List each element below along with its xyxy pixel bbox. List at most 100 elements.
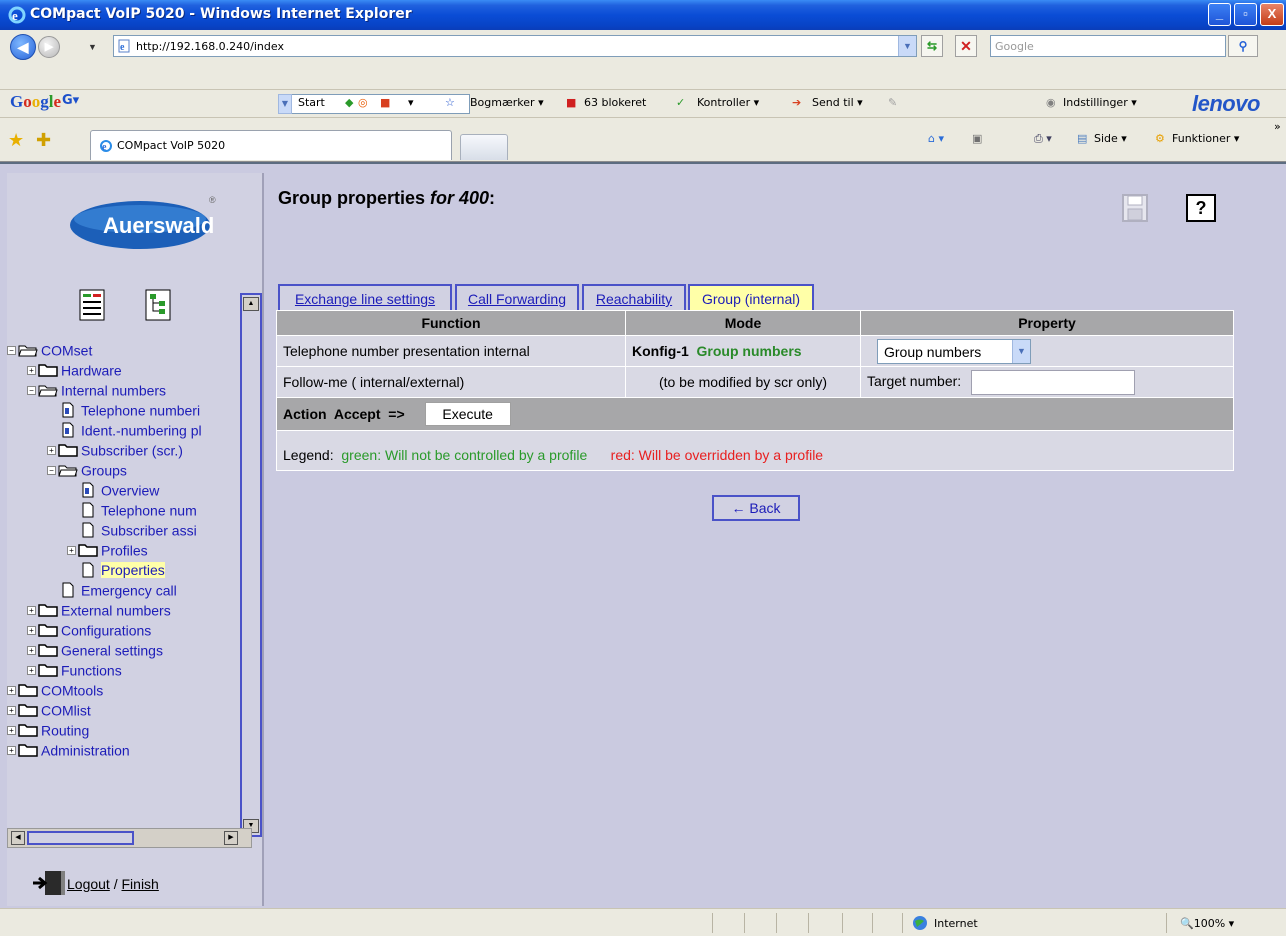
tree-vertical-scrollbar[interactable]: ▲ ▼ — [240, 293, 262, 837]
address-bar[interactable]: e http://192.168.0.240/index ▼ — [113, 35, 917, 57]
expand-icon[interactable]: + — [7, 705, 16, 715]
tree-item-subscriber-assi[interactable]: Subscriber assi — [67, 519, 197, 539]
target-number-input[interactable] — [971, 369, 1136, 395]
history-dropdown-icon[interactable]: ▼ — [88, 42, 97, 52]
google-search-dropdown-icon[interactable]: ▼ — [278, 94, 292, 114]
expand-icon[interactable]: + — [27, 625, 36, 635]
browser-tab-active[interactable]: e COMpact VoIP 5020 — [90, 130, 452, 160]
minimize-button[interactable]: _ — [1208, 3, 1231, 26]
page-menu-button[interactable]: Side ▾ — [1094, 132, 1127, 145]
tree-item-properties[interactable]: Properties — [67, 559, 165, 579]
restore-button[interactable]: ▫ — [1234, 3, 1257, 26]
expand-icon[interactable]: + — [47, 445, 56, 455]
tree-item-internal-numbers[interactable]: − Internal numbers — [27, 379, 166, 399]
tab-call-forwarding[interactable]: Call Forwarding — [455, 284, 579, 312]
scroll-thumb[interactable] — [27, 831, 134, 845]
tree-item-functions[interactable]: + Functions — [27, 659, 122, 679]
save-icon[interactable] — [1122, 194, 1148, 222]
scroll-up-icon[interactable]: ▲ — [243, 297, 259, 311]
expand-icon[interactable]: + — [7, 725, 16, 735]
google-dropdown-icon[interactable]: ▾ — [408, 96, 414, 109]
popup-blocked-button[interactable]: 63 blokeret — [584, 96, 646, 109]
tree-horizontal-scrollbar[interactable]: ◀ ▶ — [7, 828, 252, 848]
logout-link[interactable]: Logout — [67, 876, 110, 892]
finish-link[interactable]: Finish — [122, 876, 159, 892]
add-favorites-icon[interactable]: ✚ — [36, 130, 51, 151]
tree-item-telephone-numberi[interactable]: Telephone numberi — [47, 399, 200, 419]
google-swirl-icon[interactable]: ◎ — [358, 96, 368, 109]
forward-nav-button[interactable]: ▶ — [38, 36, 60, 58]
tree-item-ident-numbering-pl[interactable]: Ident.-numbering pl — [47, 419, 202, 439]
search-icon[interactable]: ⚲ — [1228, 35, 1258, 57]
close-button[interactable]: X — [1260, 3, 1284, 26]
back-button[interactable]: ← Back — [712, 495, 800, 521]
chevron-more-icon[interactable]: » — [1274, 120, 1281, 133]
google-nav-icon[interactable]: ◆ — [345, 96, 353, 109]
tree-item-comset[interactable]: − COMset — [7, 339, 92, 359]
tree-view-icon[interactable] — [145, 289, 171, 321]
google-g-button[interactable]: G▾ — [62, 93, 79, 108]
home-icon[interactable]: ⌂ ▾ — [928, 132, 944, 145]
settings-button[interactable]: Indstillinger ▾ — [1063, 96, 1137, 109]
scroll-right-icon[interactable]: ▶ — [224, 831, 238, 845]
status-divider — [902, 913, 903, 933]
expand-icon[interactable]: + — [27, 645, 36, 655]
collapse-icon[interactable]: − — [7, 345, 16, 355]
tree-item-emergency-call[interactable]: Emergency call — [47, 579, 177, 599]
new-tab-button[interactable] — [460, 134, 508, 160]
collapse-icon[interactable]: − — [27, 385, 36, 395]
action-arrow: => — [388, 406, 405, 422]
tree-item-telephone-num[interactable]: Telephone num — [67, 499, 197, 519]
feeds-icon[interactable]: ▣ — [972, 132, 982, 145]
tab-reachability[interactable]: Reachability — [582, 284, 686, 312]
favorites-star-icon[interactable]: ★ — [8, 130, 24, 151]
stop-button[interactable]: ✕ — [955, 35, 977, 57]
execute-button[interactable]: Execute — [424, 402, 511, 426]
tree-item-routing[interactable]: + Routing — [7, 719, 89, 739]
tree-item-comtools[interactable]: + COMtools — [7, 679, 103, 699]
tab-exchange-line-settings[interactable]: Exchange line settings — [278, 284, 452, 312]
back-nav-button[interactable]: ◀ — [10, 34, 36, 60]
expand-icon[interactable]: + — [27, 605, 36, 615]
presentation-select[interactable]: Group numbers ▼ — [877, 338, 1031, 364]
expand-icon[interactable]: + — [27, 365, 36, 375]
tree-item-hardware[interactable]: + Hardware — [27, 359, 122, 379]
tree-item-overview[interactable]: Overview — [67, 479, 159, 499]
sendto-button[interactable]: Send til ▾ — [812, 96, 863, 109]
help-icon[interactable]: ? — [1186, 194, 1216, 222]
search-input[interactable]: Google — [990, 35, 1226, 57]
scroll-left-icon[interactable]: ◀ — [11, 831, 25, 845]
spellcheck-button[interactable]: Kontroller ▾ — [697, 96, 759, 109]
logout-door-icon[interactable] — [31, 869, 71, 897]
main-panel: Group properties for 400: ? Exchange lin… — [266, 164, 1286, 908]
tree-item-label: Subscriber assi — [101, 522, 197, 539]
collapse-icon[interactable]: − — [47, 465, 56, 475]
tree-item-external-numbers[interactable]: + External numbers — [27, 599, 171, 619]
tree-item-configurations[interactable]: + Configurations — [27, 619, 151, 639]
tab-group-internal[interactable]: Group (internal) — [688, 284, 814, 312]
tree-item-profiles[interactable]: + Profiles — [67, 539, 148, 559]
tree-item-general-settings[interactable]: + General settings — [27, 639, 163, 659]
address-dropdown-icon[interactable]: ▼ — [898, 36, 916, 56]
expand-icon[interactable]: + — [67, 545, 76, 555]
expand-icon[interactable]: + — [27, 665, 36, 675]
tree-item-administration[interactable]: + Administration — [7, 739, 130, 759]
zoom-level[interactable]: 🔍100% ▾ — [1180, 917, 1234, 930]
tree-item-label: Groups — [81, 462, 127, 479]
list-view-icon[interactable] — [79, 289, 105, 321]
expand-icon[interactable]: + — [7, 745, 16, 755]
tree-item-subscriber-scr[interactable]: + Subscriber (scr.) — [47, 439, 183, 459]
expand-icon[interactable]: + — [7, 685, 16, 695]
start-button[interactable]: Start — [298, 96, 325, 109]
chevron-down-icon[interactable]: ▼ — [1012, 339, 1030, 363]
tab-label: COMpact VoIP 5020 — [117, 139, 226, 152]
bookmarks-button[interactable]: Bogmærker ▾ — [470, 96, 544, 109]
tree-item-comlist[interactable]: + COMlist — [7, 699, 91, 719]
print-icon[interactable]: ⎙ ▾ — [1034, 132, 1052, 146]
tools-menu-button[interactable]: Funktioner ▾ — [1172, 132, 1239, 145]
refresh-button[interactable]: ⇆ — [921, 35, 943, 57]
content-frame: Auerswald ® − COMset + Hardware − Internal nu… — [0, 162, 1286, 908]
google-pack-icon[interactable]: ■ — [380, 96, 390, 109]
tree-item-groups[interactable]: − Groups — [47, 459, 127, 479]
folder-open-icon — [38, 385, 58, 397]
